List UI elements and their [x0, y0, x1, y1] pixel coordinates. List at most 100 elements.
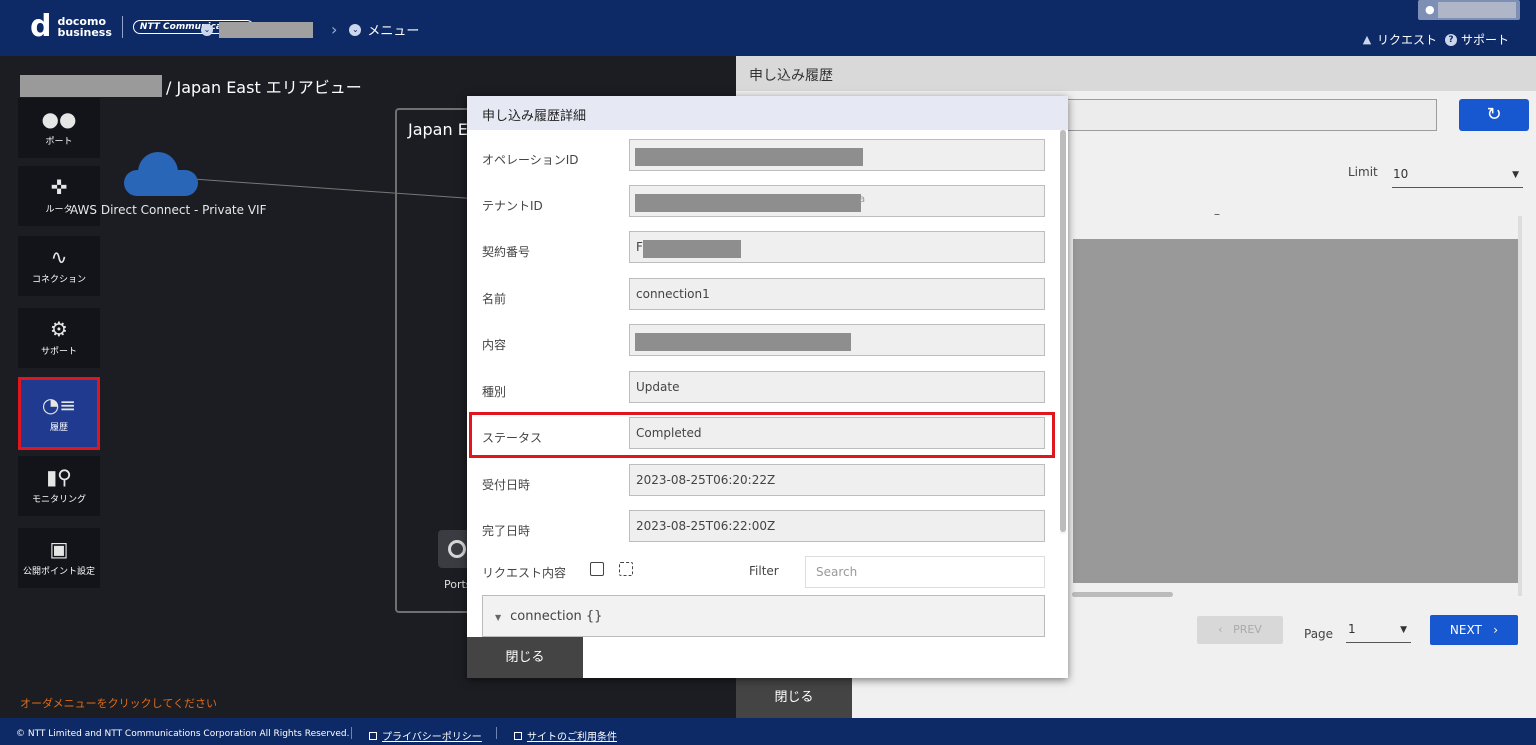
completed-at-field[interactable]: 2023-08-25T06:22:00Z: [629, 510, 1045, 542]
tenant-id-field[interactable]: a: [629, 185, 1045, 217]
logo-bottom-text: business: [57, 26, 112, 39]
contract-number-field[interactable]: F: [629, 231, 1045, 263]
sidebar-item-label: モニタリング: [31, 495, 86, 505]
page-value: 1: [1348, 622, 1356, 636]
redacted-value: [635, 148, 863, 166]
column-header: –: [1214, 207, 1220, 221]
redacted-tenant-name[interactable]: [219, 21, 313, 38]
field-value: F: [636, 240, 643, 254]
refresh-icon: ↻: [1486, 104, 1502, 125]
sidebar-item-label: ポート: [45, 137, 73, 147]
sidebar-item-label: サポート: [40, 347, 77, 357]
region-label: Japan E: [408, 120, 468, 139]
content-field[interactable]: [629, 324, 1045, 356]
footer-divider: [496, 727, 497, 739]
cloud-label: AWS Direct Connect - Private VIF: [70, 203, 267, 217]
page-select[interactable]: 1 ▼: [1346, 619, 1411, 643]
privacy-policy-link[interactable]: プライバシーポリシー: [369, 728, 482, 743]
table-horizontal-scrollbar[interactable]: [1072, 592, 1173, 597]
monitoring-icon: ▮⚲: [46, 465, 72, 489]
router-icon: ✜: [50, 175, 68, 199]
logo-divider: [121, 16, 123, 38]
field-row-received-at: 受付日時 2023-08-25T06:20:22Z: [467, 464, 1062, 510]
received-at-field[interactable]: 2023-08-25T06:20:22Z: [629, 464, 1045, 496]
chevron-down-icon[interactable]: ⌄: [201, 23, 213, 36]
field-label: 種別: [482, 385, 507, 399]
sidebar-item-label: 履歴: [49, 423, 68, 433]
sidebar-item-router[interactable]: ✜ ルータ: [18, 166, 100, 226]
request-link[interactable]: ▲ リクエスト: [1361, 31, 1437, 48]
prev-label: PREV: [1233, 623, 1262, 636]
area-title-text: / Japan East エリアビュー: [166, 78, 362, 97]
copyright-text: © NTT Limited and NTT Communications Cor…: [16, 729, 350, 739]
sidebar-item-history[interactable]: ◔≡ 履歴: [18, 377, 100, 450]
prev-page-button[interactable]: ‹ PREV: [1197, 616, 1283, 644]
external-link-icon: [369, 731, 377, 740]
limit-select[interactable]: 10 ▼: [1392, 164, 1523, 188]
name-field[interactable]: connection1: [629, 278, 1045, 310]
support-label: サポート: [1461, 33, 1510, 47]
breadcrumb-menu[interactable]: メニュー: [367, 20, 419, 39]
limit-value: 10: [1393, 167, 1409, 181]
sidebar-item-connection[interactable]: ∿ コネクション: [18, 236, 100, 296]
modal-scrollbar[interactable]: [1060, 130, 1066, 534]
field-row-type: 種別 Update: [467, 371, 1062, 417]
logo-wordmark: docomo business: [57, 16, 111, 38]
terms-label: サイトのご利用条件: [527, 732, 617, 743]
port-ring-icon: [448, 540, 466, 558]
operation-id-field[interactable]: [629, 139, 1045, 171]
redacted-area-prefix: [20, 75, 162, 97]
refresh-button[interactable]: ↻: [1459, 99, 1529, 131]
history-close-button[interactable]: 閉じる: [736, 678, 852, 718]
support-link[interactable]: ? サポート: [1445, 31, 1509, 48]
port-icon: ●●: [41, 107, 77, 131]
field-label: 契約番号: [482, 245, 531, 259]
next-label: NEXT: [1449, 623, 1482, 637]
terms-link[interactable]: サイトのご利用条件: [514, 728, 617, 743]
type-field[interactable]: Update: [629, 371, 1045, 403]
request-json-tree[interactable]: ▼ connection {}: [482, 595, 1045, 637]
field-label: 受付日時: [482, 478, 531, 492]
connection-icon: ∿: [50, 245, 68, 269]
table-vertical-scrollbar[interactable]: [1518, 216, 1522, 596]
field-row-completed-at: 完了日時 2023-08-25T06:22:00Z: [467, 510, 1062, 556]
sidebar-item-label: コネクション: [31, 275, 86, 285]
redacted-value: [635, 194, 861, 212]
field-label: 完了日時: [482, 524, 531, 538]
copy-icon[interactable]: [590, 562, 604, 576]
field-row-tenant-id: テナントID a: [467, 185, 1062, 231]
modal-scrollbar-thumb[interactable]: [1060, 130, 1066, 532]
sidebar-item-public-point[interactable]: ▣ 公開ポイント設定: [18, 528, 100, 588]
user-account-button[interactable]: ●: [1418, 0, 1520, 20]
sidebar-item-monitoring[interactable]: ▮⚲ モニタリング: [18, 456, 100, 516]
sidebar-item-port[interactable]: ●● ポート: [18, 98, 100, 158]
sidebar-item-label: ルータ: [45, 205, 73, 215]
sidebar-item-support[interactable]: ⚙ サポート: [18, 308, 100, 368]
limit-label: Limit: [1348, 165, 1378, 179]
caret-down-icon[interactable]: ▼: [495, 613, 501, 622]
public-point-icon: ▣: [49, 537, 69, 561]
external-link-icon: [514, 731, 522, 740]
next-page-button[interactable]: NEXT ›: [1430, 615, 1518, 645]
redacted-username: [1438, 2, 1516, 18]
cloud-icon[interactable]: [124, 150, 198, 198]
json-root-node[interactable]: connection {}: [510, 609, 602, 624]
field-label: オペレーションID: [482, 153, 579, 167]
caret-down-icon: ▼: [1512, 170, 1519, 180]
user-icon: ●: [1425, 3, 1435, 16]
area-view-title: / Japan East エリアビュー: [20, 74, 362, 98]
field-label: 内容: [482, 338, 507, 352]
status-highlight-annotation: [469, 412, 1055, 458]
request-label: リクエスト: [1377, 33, 1438, 47]
chevron-down-icon[interactable]: ⌄: [349, 23, 362, 36]
tenant-id-suffix: a: [859, 194, 866, 205]
history-search-input[interactable]: [1066, 99, 1437, 131]
field-label: テナントID: [482, 199, 543, 213]
filter-search-input[interactable]: Search: [805, 556, 1045, 588]
modal-close-button[interactable]: 閉じる: [467, 637, 583, 678]
modal-title: 申し込み履歴詳細: [467, 96, 1068, 130]
copy-all-icon[interactable]: [619, 562, 633, 576]
field-row-content: 内容: [467, 324, 1062, 370]
history-table-redacted[interactable]: [1073, 239, 1522, 583]
field-row-contract-number: 契約番号 F: [467, 231, 1062, 277]
